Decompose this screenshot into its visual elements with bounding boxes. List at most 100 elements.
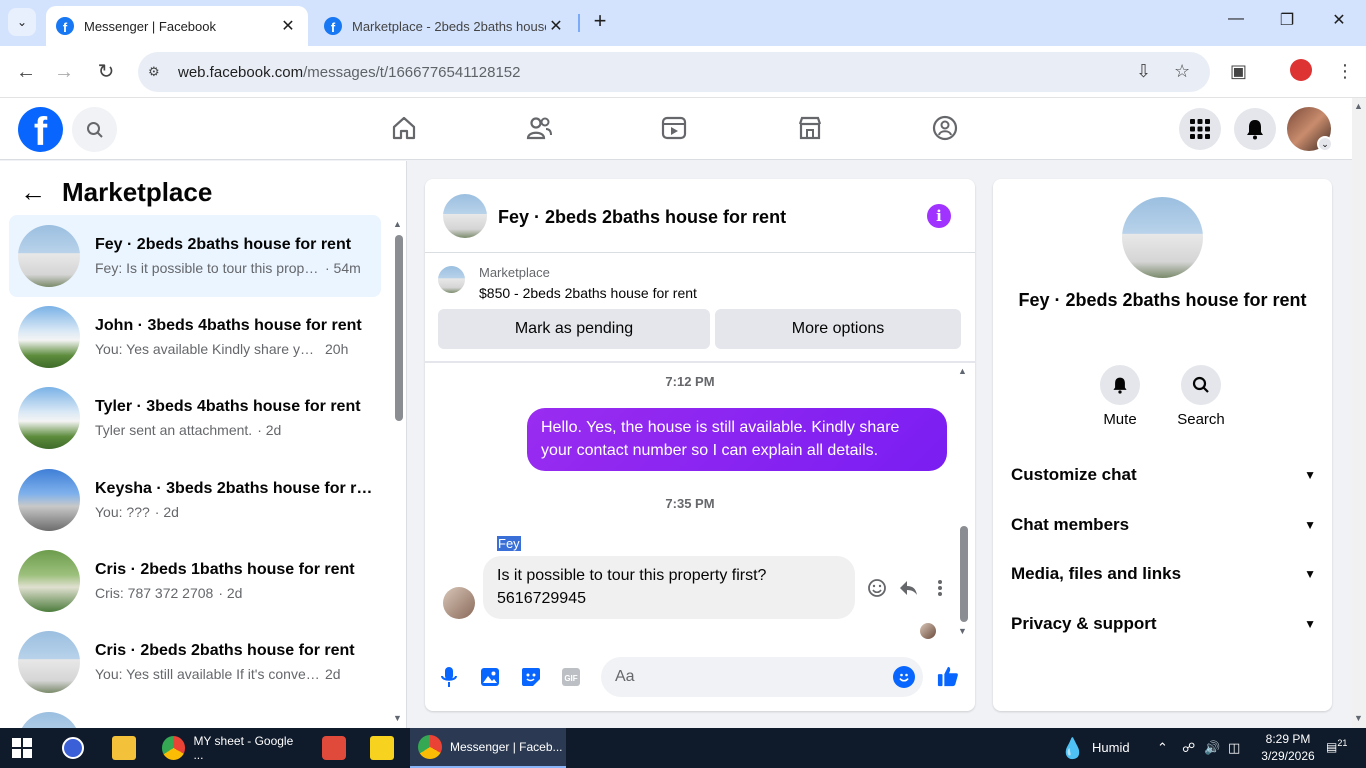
more-options-button[interactable]: More options	[715, 309, 961, 349]
scroll-down-arrow-icon[interactable]: ▼	[958, 626, 967, 636]
system-clock[interactable]: 8:29 PM 3/29/2026	[1256, 731, 1320, 765]
network-icon[interactable]: ☍	[1182, 740, 1195, 756]
close-tab-icon[interactable]: ✕	[546, 16, 566, 36]
security-app-icon[interactable]	[62, 728, 92, 768]
facebook-logo-icon[interactable]: f	[18, 107, 63, 152]
file-explorer-icon[interactable]	[112, 728, 144, 768]
weather-text[interactable]: Humid	[1092, 740, 1130, 755]
notification-center-icon[interactable]: ▤21	[1326, 738, 1347, 754]
chat-members-section[interactable]: Chat members ▼	[1011, 505, 1316, 545]
taskbar-google-sheets[interactable]: MY sheet - Google ...	[158, 728, 304, 768]
scroll-up-arrow-icon[interactable]: ▲	[393, 219, 402, 229]
search-in-chat-button[interactable]	[1181, 365, 1221, 405]
tab-search-icon[interactable]: ⌄	[8, 8, 36, 36]
minimize-icon[interactable]: —	[1223, 10, 1249, 36]
mute-button[interactable]	[1100, 365, 1140, 405]
back-arrow-icon[interactable]: ←	[20, 177, 46, 208]
chat-title[interactable]: Fey · 2beds 2baths house for rent	[498, 207, 786, 228]
section-label: Chat members	[1011, 515, 1130, 534]
close-tab-icon[interactable]: ✕	[278, 16, 298, 36]
close-window-icon[interactable]: ✕	[1326, 10, 1352, 36]
reload-icon[interactable]: ↻	[92, 58, 120, 86]
home-icon[interactable]	[388, 112, 420, 144]
scroll-down-arrow-icon[interactable]: ▼	[1354, 713, 1363, 723]
weather-drop-icon[interactable]: 💧	[1060, 736, 1085, 761]
conversation-time: · 2d	[154, 504, 179, 520]
conversation-snippet: Tyler sent an attachment.	[95, 422, 253, 438]
react-emoji-icon[interactable]	[866, 577, 888, 599]
bookmark-star-icon[interactable]: ☆	[1174, 61, 1190, 82]
customize-chat-section[interactable]: Customize chat ▼	[1011, 455, 1316, 495]
browser-tab-bar: ⌄ f Messenger | Facebook ✕ f Marketplace…	[0, 0, 1366, 46]
chat-avatar[interactable]	[443, 194, 487, 238]
scroll-down-arrow-icon[interactable]: ▼	[393, 713, 402, 723]
conversation-thumbnail	[18, 387, 80, 449]
conversation-item[interactable]: Cris · 2beds 1baths house for rent Cris:…	[9, 540, 381, 622]
back-icon[interactable]: ←	[12, 58, 40, 86]
notifications-bell-icon[interactable]	[1234, 108, 1276, 150]
video-icon[interactable]	[658, 112, 690, 144]
groups-icon[interactable]	[929, 112, 961, 144]
tab-messenger[interactable]: f Messenger | Facebook ✕	[46, 6, 308, 46]
scroll-up-arrow-icon[interactable]: ▲	[1354, 101, 1363, 111]
address-bar[interactable]: ⚙ web.facebook.com/messages/t/1666776541…	[138, 52, 1210, 92]
emoji-icon[interactable]	[893, 666, 915, 688]
conversation-item[interactable]: Tyler · 3beds 4baths house for rent Tyle…	[9, 377, 381, 459]
restore-icon[interactable]: ❐	[1274, 10, 1300, 36]
outgoing-message[interactable]: Hello. Yes, the house is still available…	[527, 408, 947, 471]
incoming-message[interactable]: Is it possible to tour this property fir…	[483, 556, 855, 619]
details-avatar[interactable]	[1122, 197, 1203, 278]
conversation-item-partial[interactable]	[9, 702, 381, 728]
browser-menu-icon[interactable]: ⋮	[1336, 61, 1354, 82]
conversation-item[interactable]: John · 3beds 4baths house for rent You: …	[9, 296, 381, 378]
mark-as-pending-button[interactable]: Mark as pending	[438, 309, 710, 349]
message-composer	[601, 657, 923, 697]
site-settings-icon[interactable]: ⚙	[148, 64, 168, 80]
sticker-icon[interactable]	[520, 666, 542, 688]
sender-name: Fey	[497, 536, 521, 551]
forward-icon[interactable]: →	[50, 58, 78, 86]
conversation-name: Tyler · 3beds 4baths house for rent	[95, 398, 361, 415]
profile-icon[interactable]	[1290, 59, 1312, 81]
scroll-up-arrow-icon[interactable]: ▲	[958, 366, 967, 376]
sticky-notes-icon[interactable]	[370, 728, 402, 768]
search-icon[interactable]	[72, 107, 117, 152]
page-scrollbar[interactable]	[1352, 98, 1366, 728]
friends-icon[interactable]	[523, 112, 555, 144]
listing-thumbnail[interactable]	[438, 266, 465, 293]
media-files-links-section[interactable]: Media, files and links ▼	[1011, 554, 1316, 594]
microphone-icon[interactable]	[438, 666, 460, 688]
start-windows-icon[interactable]	[12, 728, 32, 768]
tab-title: Messenger | Facebook	[84, 18, 216, 34]
tab-marketplace[interactable]: f Marketplace - 2beds 2baths house ✕	[314, 6, 576, 46]
volume-icon[interactable]: 🔊	[1204, 740, 1220, 756]
sender-avatar[interactable]	[443, 587, 475, 619]
battery-icon[interactable]: ◫	[1228, 740, 1240, 756]
tray-chevron-up-icon[interactable]: ⌃	[1157, 740, 1168, 756]
thumbs-up-icon[interactable]	[937, 665, 959, 687]
privacy-support-section[interactable]: Privacy & support ▼	[1011, 604, 1316, 644]
paint-app-icon[interactable]	[322, 728, 354, 768]
message-input[interactable]	[615, 665, 885, 689]
menu-grid-icon[interactable]	[1179, 108, 1221, 150]
photo-attach-icon[interactable]	[479, 666, 501, 688]
section-label: Media, files and links	[1011, 564, 1182, 583]
listing-title[interactable]: $850 - 2beds 2baths house for rent	[479, 285, 697, 301]
message-more-icon[interactable]	[929, 577, 951, 599]
chat-scrollbar-thumb[interactable]	[960, 526, 968, 622]
reply-icon[interactable]	[897, 577, 919, 599]
conversation-info-icon[interactable]: i	[927, 204, 951, 228]
taskbar-messenger[interactable]: Messenger | Faceb...	[410, 728, 566, 768]
install-app-icon[interactable]: ⇩	[1136, 61, 1151, 82]
account-chevron-down-icon[interactable]: ⌄	[1317, 136, 1333, 152]
marketplace-icon[interactable]	[794, 112, 826, 144]
sidebar-scrollbar-thumb[interactable]	[395, 235, 403, 421]
new-tab-button[interactable]: +	[588, 10, 612, 34]
conversation-item[interactable]: Keysha · 3beds 2baths house for rent You…	[9, 459, 381, 541]
facebook-header: f ⌄	[0, 98, 1352, 160]
gif-icon[interactable]: GIF	[560, 666, 582, 688]
conversation-item[interactable]: Fey · 2beds 2baths house for rent Fey: I…	[9, 215, 381, 297]
extensions-icon[interactable]: ▣	[1230, 61, 1247, 82]
svg-text:GIF: GIF	[564, 674, 577, 683]
conversation-item[interactable]: Cris · 2beds 2baths house for rent You: …	[9, 621, 381, 703]
